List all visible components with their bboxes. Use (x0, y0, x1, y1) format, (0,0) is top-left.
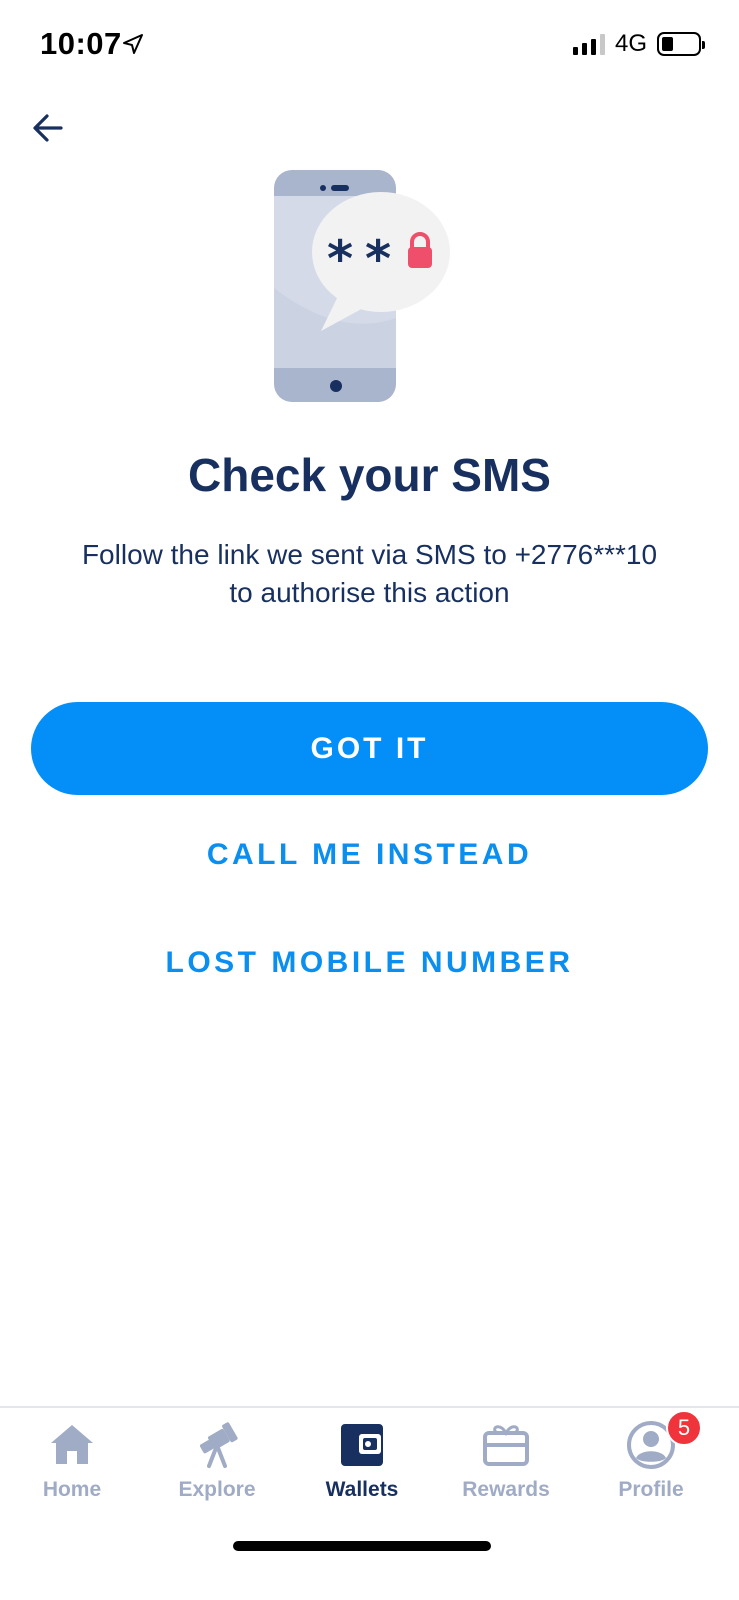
svg-text:*: * (365, 230, 391, 288)
tab-explore-label: Explore (178, 1478, 256, 1501)
tab-profile[interactable]: 5 Profile (591, 1410, 711, 1520)
bottom-tab-bar: Home Explore Wallets Rewards 5 Profile (0, 1406, 739, 1600)
tab-wallets[interactable]: Wallets (302, 1420, 422, 1520)
notification-badge: 5 (666, 1410, 702, 1446)
svg-text:*: * (327, 230, 353, 288)
lost-mobile-number-button[interactable]: LOST MOBILE NUMBER (0, 946, 739, 980)
wallet-icon (341, 1424, 383, 1466)
instruction-line-1: Follow the link we sent via SMS to +2776… (81, 539, 658, 570)
telescope-icon (200, 1422, 238, 1468)
tab-home[interactable]: Home (12, 1420, 132, 1520)
tab-rewards-label: Rewards (462, 1478, 550, 1501)
phone-sms-lock-icon: * * (274, 170, 450, 402)
home-icon (51, 1425, 93, 1464)
tab-home-label: Home (42, 1478, 102, 1501)
tab-rewards[interactable]: Rewards (446, 1420, 566, 1520)
instruction-text: Follow the link we sent via SMS to +2776… (20, 536, 719, 612)
tab-profile-label: Profile (618, 1478, 684, 1501)
home-indicator[interactable] (233, 1541, 491, 1551)
signal-icon (572, 33, 605, 55)
status-time: 10:07 (40, 26, 122, 61)
location-arrow-icon (123, 34, 143, 54)
gift-card-icon (483, 1425, 529, 1466)
tab-wallets-label: Wallets (325, 1478, 399, 1501)
battery-icon (657, 32, 705, 56)
instruction-line-2: to authorise this action (229, 577, 510, 608)
network-type: 4G (614, 30, 647, 57)
status-indicators: 4G (572, 30, 705, 58)
back-arrow-icon[interactable] (28, 108, 68, 148)
status-bar: 10:07 4G (0, 0, 739, 94)
tab-explore[interactable]: Explore (157, 1420, 277, 1520)
page-title: Check your SMS (188, 449, 551, 501)
got-it-button[interactable]: GOT IT (31, 702, 708, 795)
call-me-instead-button[interactable]: CALL ME INSTEAD (0, 838, 739, 872)
